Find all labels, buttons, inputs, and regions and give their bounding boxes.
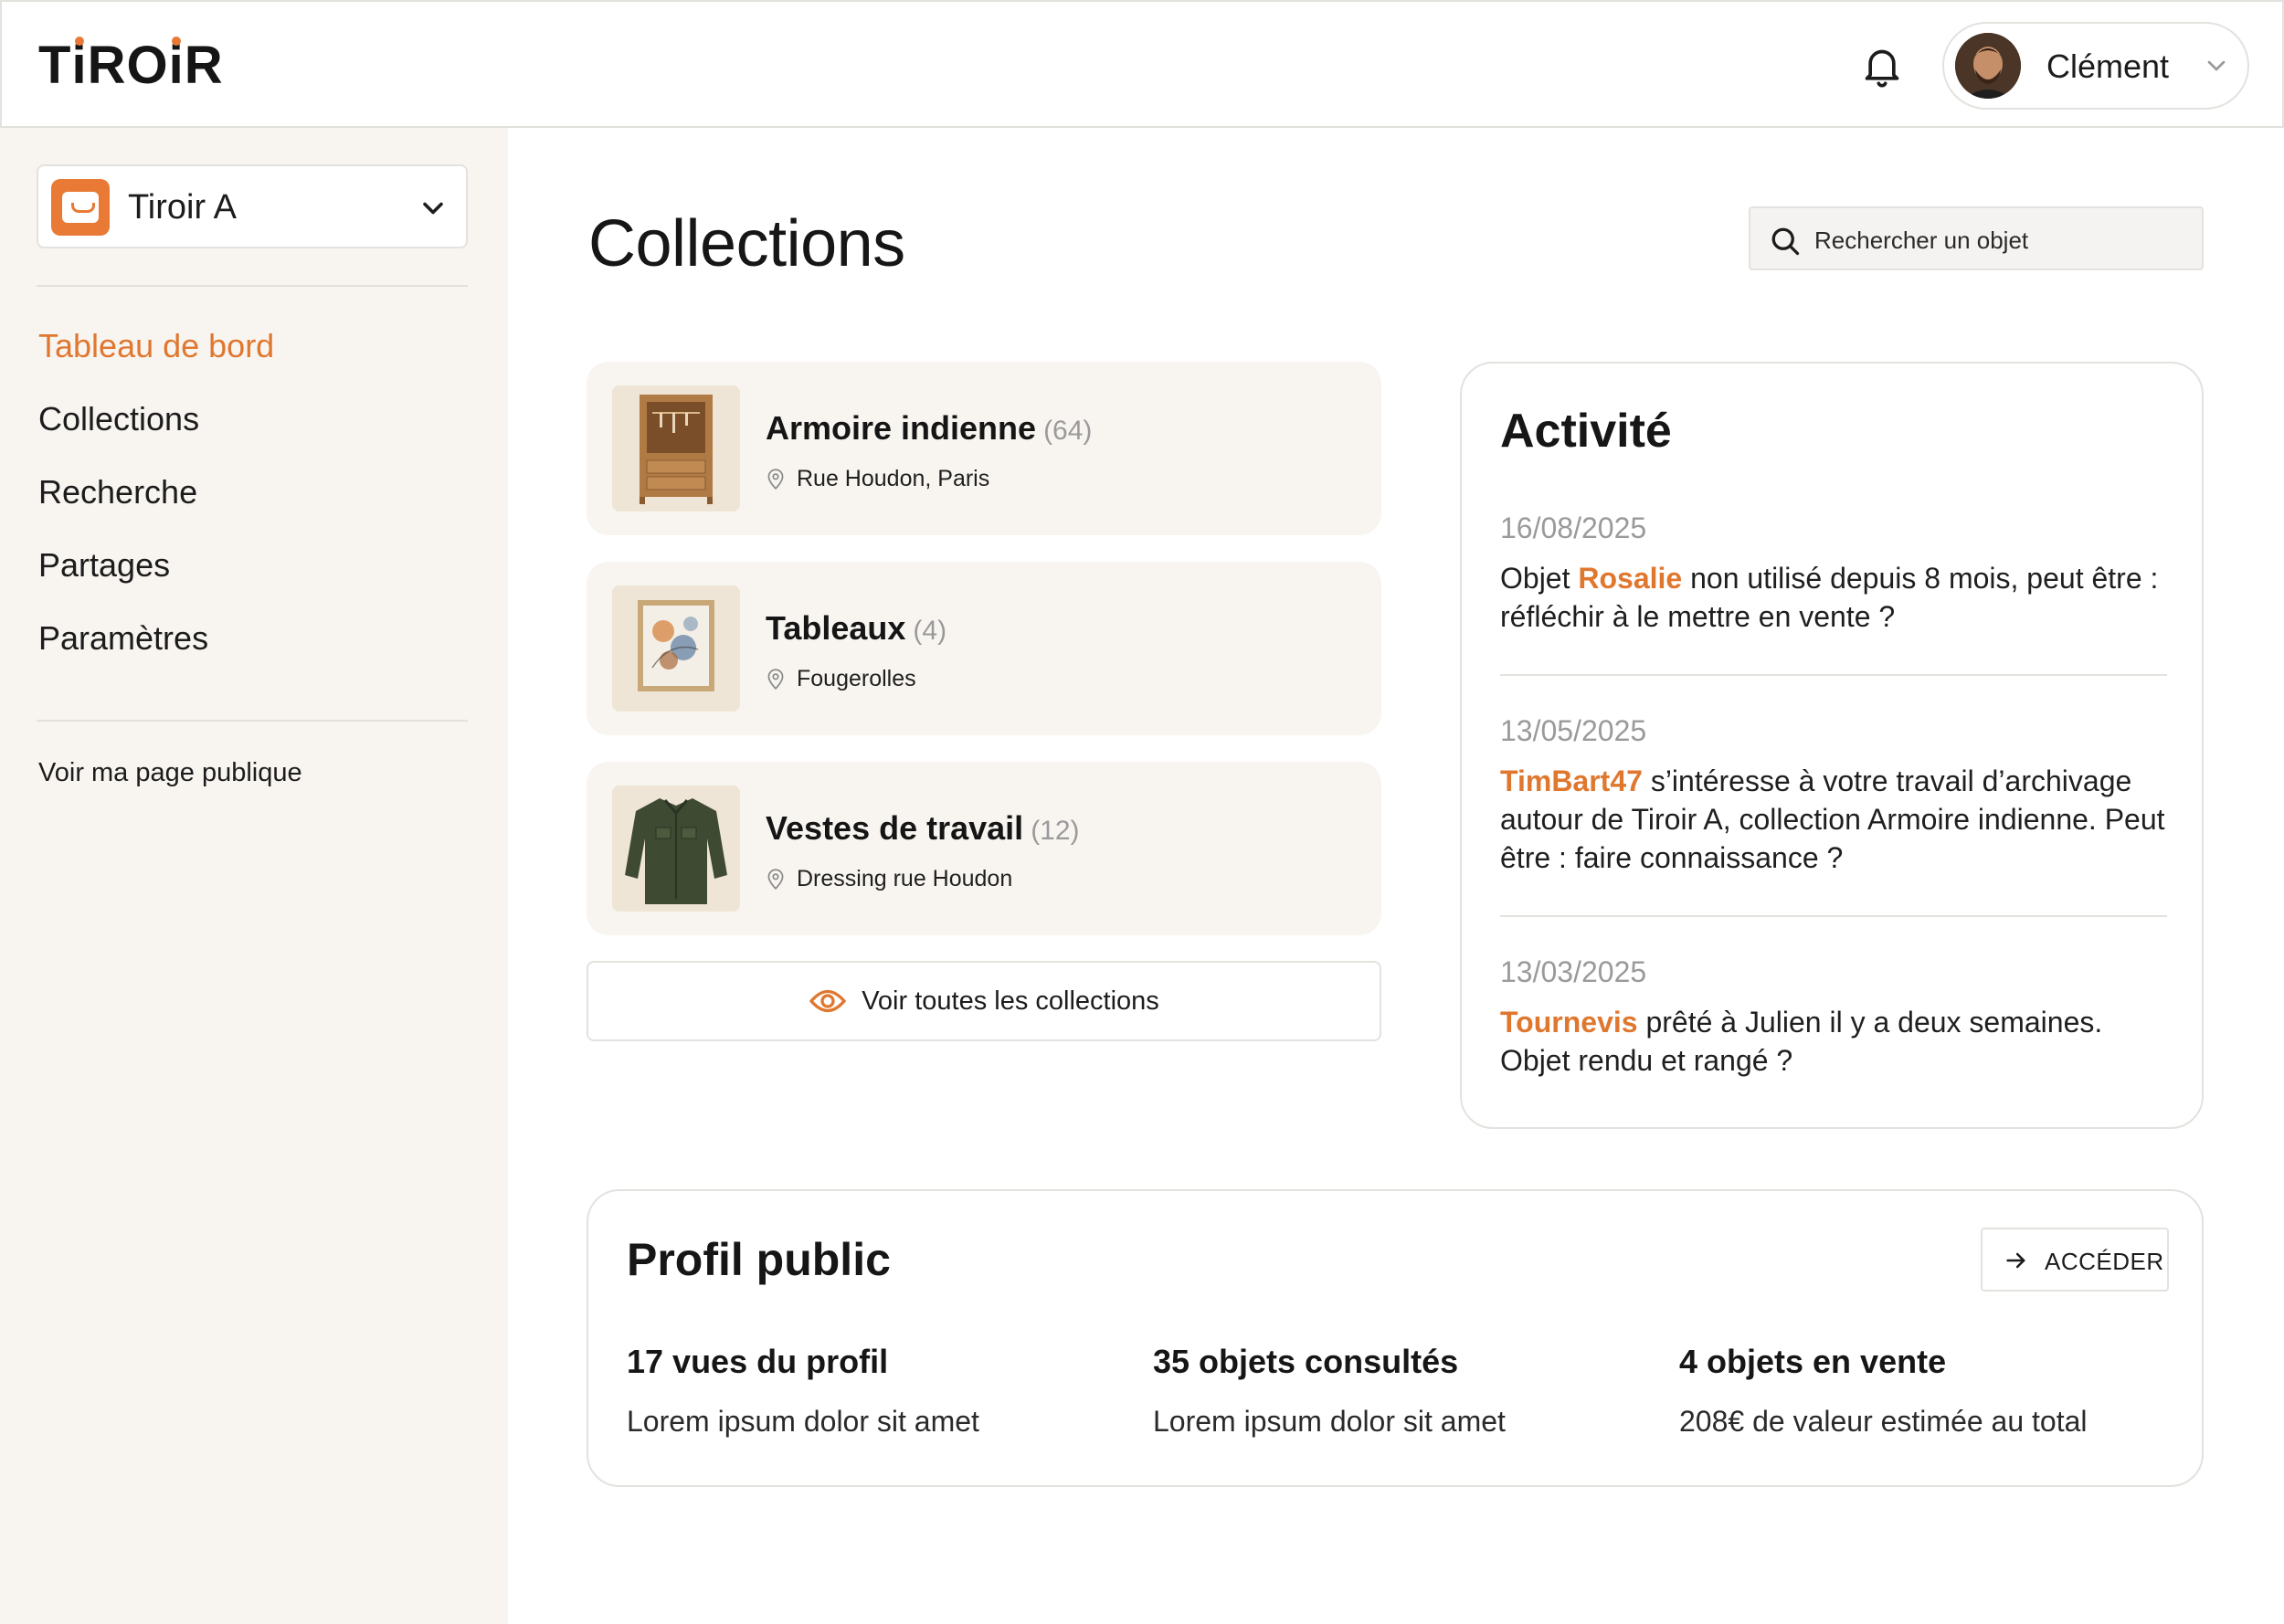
drawer-selector-label: Tiroir A — [128, 188, 237, 227]
avatar — [1955, 33, 2021, 99]
collection-card[interactable]: Tableaux (4) Fougerolles — [587, 562, 1381, 735]
activity-object-link[interactable]: Tournevis — [1500, 1006, 1638, 1039]
activity-text: Tournevis prêté à Julien il y a deux sem… — [1500, 1006, 2103, 1077]
collection-name: Armoire indienne (64) — [766, 409, 1093, 447]
activity-object-link[interactable]: Rosalie — [1578, 562, 1682, 595]
user-menu[interactable]: Clément — [1942, 22, 2249, 110]
collection-thumbnail — [612, 585, 740, 712]
eye-icon — [809, 989, 847, 1013]
activity-text: Objet Rosalie non utilisé depuis 8 mois,… — [1500, 562, 2159, 633]
location-pin-icon — [767, 669, 784, 691]
sidebar-item-collections[interactable]: Collections — [38, 400, 199, 438]
search-input[interactable]: Rechercher un objet — [1749, 206, 2204, 270]
activity-user-link[interactable]: TimBart47 — [1500, 765, 1643, 797]
location-pin-icon — [767, 469, 784, 490]
stat-objects-viewed: 35 objets consultés Lorem ipsum dolor si… — [1153, 1343, 1665, 1439]
activity-title: Activité — [1500, 405, 1672, 458]
bell-icon[interactable] — [1862, 44, 1902, 90]
drawer-icon — [51, 179, 110, 236]
activity-date: 13/03/2025 — [1500, 955, 1647, 988]
stat-description: 208€ de valeur estimée au total — [1679, 1405, 2088, 1438]
user-name: Clément — [2046, 47, 2170, 85]
activity-item: 16/08/2025 Objet Rosalie non utilisé dep… — [1500, 510, 2167, 636]
collection-location: Rue Houdon, Paris — [766, 466, 989, 492]
collection-count: (4) — [913, 616, 947, 646]
sidebar-item-recherche[interactable]: Recherche — [38, 473, 197, 511]
activity-date: 13/05/2025 — [1500, 714, 1647, 747]
activity-divider — [1500, 915, 2167, 917]
access-profile-button[interactable]: ACCÉDER — [1981, 1228, 2169, 1292]
sidebar-item-parametres[interactable]: Paramètres — [38, 619, 208, 658]
app-logo[interactable]: TiROiR — [38, 35, 224, 96]
sidebar-divider — [37, 285, 468, 287]
chevron-down-icon — [2207, 60, 2226, 71]
stat-profile-views: 17 vues du profil Lorem ipsum dolor sit … — [627, 1343, 1138, 1439]
collection-count: (12) — [1031, 816, 1080, 846]
activity-item: 13/03/2025 Tournevis prêté à Julien il y… — [1500, 954, 2167, 1080]
collection-name: Vestes de travail (12) — [766, 809, 1080, 847]
stat-value: 4 objets en vente — [1679, 1343, 1947, 1380]
sidebar-divider — [37, 720, 468, 722]
collection-card[interactable]: Vestes de travail (12) Dressing rue Houdo… — [587, 762, 1381, 935]
location-pin-icon — [767, 869, 784, 891]
see-all-collections-button[interactable]: Voir toutes les collections — [587, 961, 1381, 1041]
activity-panel: Activité 16/08/2025 Objet Rosalie non ut… — [1460, 362, 2204, 1129]
search-placeholder: Rechercher un objet — [1814, 227, 2029, 254]
stat-description: Lorem ipsum dolor sit amet — [1153, 1405, 1506, 1438]
stat-description: Lorem ipsum dolor sit amet — [627, 1405, 979, 1438]
collection-location: Dressing rue Houdon — [766, 866, 1012, 892]
arrow-right-icon — [2006, 1252, 2025, 1269]
activity-item: 13/05/2025 TimBart47 s’intéresse à votre… — [1500, 712, 2167, 877]
activity-divider — [1500, 674, 2167, 676]
access-label: ACCÉDER — [2045, 1248, 2164, 1275]
collection-count: (64) — [1043, 416, 1093, 446]
sidebar-item-partages[interactable]: Partages — [38, 546, 170, 585]
chevron-down-icon — [423, 202, 443, 215]
see-all-label: Voir toutes les collections — [862, 986, 1159, 1016]
activity-text: TimBart47 s’intéresse à votre travail d’… — [1500, 765, 2165, 874]
stat-value: 17 vues du profil — [627, 1343, 889, 1380]
sidebar: Tiroir A Tableau de bord Collections Rec… — [0, 128, 508, 1624]
activity-date: 16/08/2025 — [1500, 511, 1647, 544]
search-icon — [1771, 227, 1800, 256]
collection-name: Tableaux (4) — [766, 609, 947, 647]
public-profile-panel: Profil public ACCÉDER 17 vues du profil … — [587, 1189, 2204, 1487]
profile-title: Profil public — [627, 1234, 891, 1285]
collection-location: Fougerolles — [766, 666, 916, 692]
stat-objects-for-sale: 4 objets en vente 208€ de valeur estimée… — [1679, 1343, 2191, 1439]
collection-thumbnail — [612, 385, 740, 511]
top-header: TiROiR Clément — [0, 0, 2284, 128]
public-page-link[interactable]: Voir ma page publique — [38, 758, 302, 788]
page-title: Collections — [588, 207, 905, 280]
collection-thumbnail — [612, 786, 740, 912]
drawer-selector[interactable]: Tiroir A — [37, 164, 468, 248]
sidebar-item-tableau-de-bord[interactable]: Tableau de bord — [38, 327, 274, 365]
collection-card[interactable]: Armoire indienne (64) Rue Houdon, Paris — [587, 362, 1381, 535]
stat-value: 35 objets consultés — [1153, 1343, 1459, 1380]
